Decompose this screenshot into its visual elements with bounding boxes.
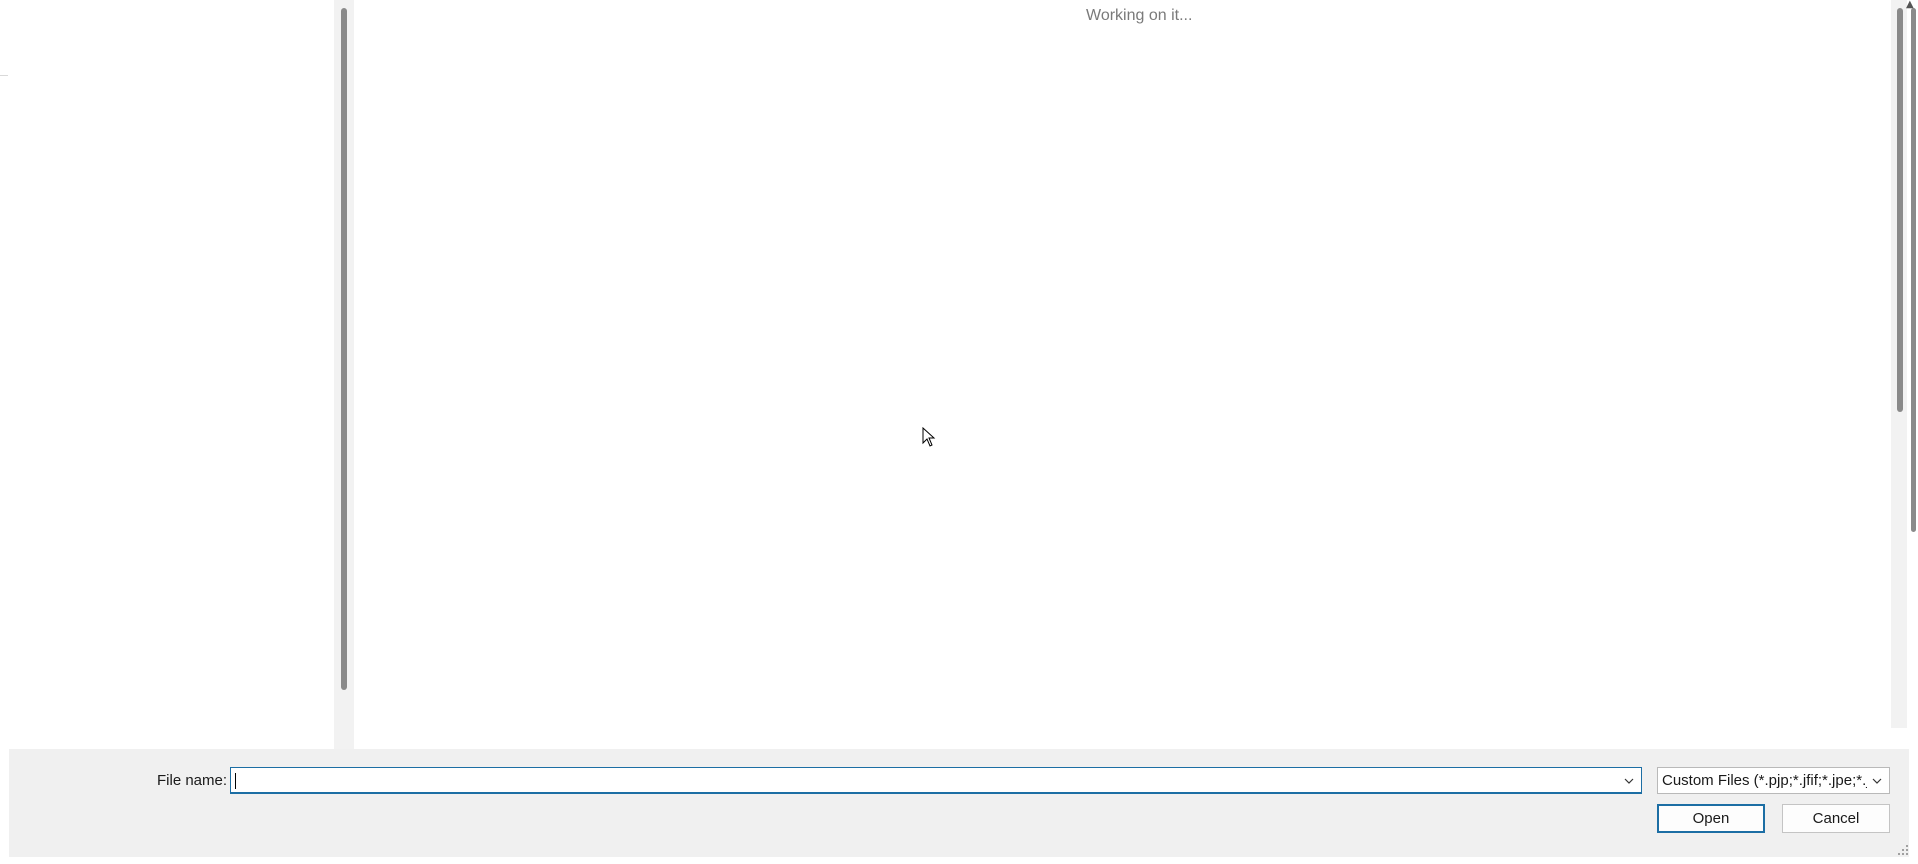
dialog-footer: [9, 749, 1909, 857]
file-open-dialog: Working on it... ▲ File name: Custom Fil…: [0, 0, 1918, 864]
text-caret: [235, 773, 236, 789]
file-list-scrollbar-thumb[interactable]: [1897, 8, 1903, 412]
filename-label: File name:: [157, 772, 228, 789]
open-button[interactable]: Open: [1657, 804, 1765, 833]
filename-input[interactable]: [233, 770, 1617, 791]
chevron-down-icon[interactable]: [1621, 773, 1637, 789]
cancel-button[interactable]: Cancel: [1782, 804, 1890, 833]
navigation-pane[interactable]: [0, 0, 334, 749]
nav-divider: [0, 75, 8, 76]
footer-edge: [0, 857, 1918, 864]
chevron-down-icon[interactable]: [1869, 773, 1885, 789]
resize-grip-icon[interactable]: [1896, 843, 1910, 857]
filename-combobox[interactable]: [230, 767, 1642, 794]
window-scrollbar-thumb[interactable]: [1911, 8, 1916, 532]
loading-status-text: Working on it...: [1086, 7, 1193, 24]
mouse-pointer-icon: [922, 427, 936, 447]
file-list-view[interactable]: [354, 0, 1891, 749]
filetype-select[interactable]: Custom Files (*.pjp;*.jfif;*.jpe;*.jpg): [1657, 767, 1890, 794]
navigation-scrollbar-thumb[interactable]: [341, 8, 347, 690]
scroll-up-arrow-icon[interactable]: ▲: [1906, 0, 1914, 10]
filetype-selected-value: Custom Files (*.pjp;*.jfif;*.jpe;*.jpg): [1662, 772, 1867, 789]
